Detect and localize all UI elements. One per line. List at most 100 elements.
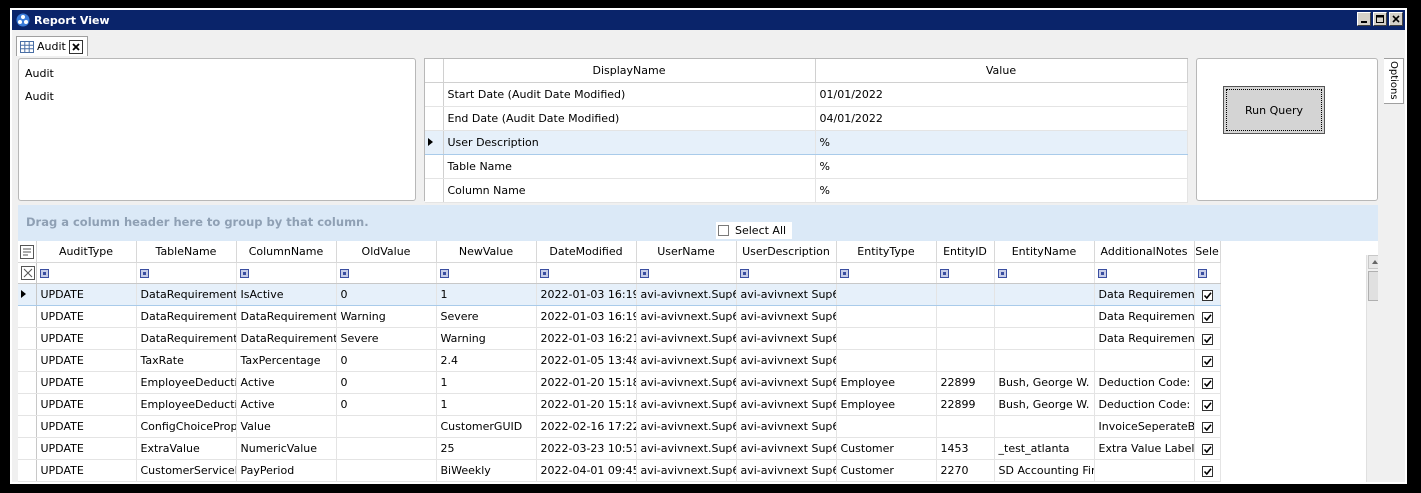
cell-oldvalue[interactable]: 0 xyxy=(336,349,437,372)
param-row[interactable]: Table Name % xyxy=(425,154,1188,179)
select-all-box[interactable] xyxy=(718,225,729,236)
cell-columnname[interactable]: Active xyxy=(236,371,337,394)
close-button[interactable] xyxy=(1389,12,1403,26)
cell-newvalue[interactable]: 1 xyxy=(436,283,537,306)
cell-username[interactable]: avi-avivnext.Sup6 xyxy=(636,283,737,306)
col-header-entitytype[interactable]: EntityType xyxy=(836,241,937,263)
cell-newvalue[interactable]: BiWeekly xyxy=(436,459,537,482)
cell-columnname[interactable]: TaxPercentage xyxy=(236,349,337,372)
row-indicator[interactable] xyxy=(18,305,37,328)
maximize-button[interactable] xyxy=(1373,12,1387,26)
col-header-username[interactable]: UserName xyxy=(636,241,737,263)
cell-username[interactable]: avi-avivnext.Sup6 xyxy=(636,393,737,416)
cell-select[interactable] xyxy=(1194,415,1221,438)
row-indicator[interactable] xyxy=(18,327,37,350)
cell-select[interactable] xyxy=(1194,327,1221,350)
cell-additionalnotes[interactable] xyxy=(1094,459,1195,482)
filter-cell[interactable] xyxy=(536,262,637,284)
cell-entityname[interactable] xyxy=(994,327,1095,350)
col-header-columnname[interactable]: ColumnName xyxy=(236,241,337,263)
col-header-tablename[interactable]: TableName xyxy=(136,241,237,263)
filter-icon[interactable] xyxy=(1097,269,1107,278)
filter-icon[interactable] xyxy=(997,269,1007,278)
filter-icon[interactable] xyxy=(539,269,549,278)
cell-entityname[interactable] xyxy=(994,305,1095,328)
cell-entityid[interactable] xyxy=(936,283,995,306)
cell-entityid[interactable] xyxy=(936,415,995,438)
cell-entityname[interactable] xyxy=(994,283,1095,306)
cell-newvalue[interactable]: 1 xyxy=(436,393,537,416)
filter-icon[interactable] xyxy=(839,269,849,278)
filter-cell[interactable] xyxy=(336,262,437,284)
cell-newvalue[interactable]: Severe xyxy=(436,305,537,328)
title-bar[interactable]: Report View xyxy=(12,10,1405,30)
minimize-button[interactable] xyxy=(1357,12,1371,26)
param-row-selected[interactable]: User Description % xyxy=(425,130,1188,155)
tab-audit[interactable]: Audit xyxy=(16,36,88,56)
cell-oldvalue[interactable] xyxy=(336,415,437,438)
table-row[interactable]: UPDATE ExtraValue NumericValue 25 2022-03-23… xyxy=(18,437,1221,460)
row-select-checkbox[interactable] xyxy=(1201,377,1213,389)
cell-entityname[interactable] xyxy=(994,349,1095,372)
filter-icon[interactable] xyxy=(1197,269,1207,278)
filter-cell[interactable] xyxy=(36,262,137,284)
cell-newvalue[interactable]: 25 xyxy=(436,437,537,460)
cell-entityid[interactable]: 1453 xyxy=(936,437,995,460)
cell-tablename[interactable]: ConfigChoiceProp xyxy=(136,415,237,438)
cell-datemodified[interactable]: 2022-01-03 16:21: xyxy=(536,327,637,350)
col-header-entityname[interactable]: EntityName xyxy=(994,241,1095,263)
cell-oldvalue[interactable]: Warning xyxy=(336,305,437,328)
cell-datemodified[interactable]: 2022-01-20 15:18: xyxy=(536,393,637,416)
cell-entitytype[interactable] xyxy=(836,283,937,306)
cell-audittype[interactable]: UPDATE xyxy=(36,305,137,328)
row-indicator[interactable] xyxy=(18,393,37,416)
cell-entityname[interactable]: _test_atlanta xyxy=(994,437,1095,460)
cell-additionalnotes[interactable]: Data Requirement xyxy=(1094,305,1195,328)
param-value[interactable]: 04/01/2022 xyxy=(815,106,1188,131)
cell-tablename[interactable]: DataRequirement xyxy=(136,305,237,328)
row-select-checkbox[interactable] xyxy=(1201,333,1213,345)
cell-columnname[interactable]: DataRequirement xyxy=(236,327,337,350)
cell-datemodified[interactable]: 2022-02-16 17:22: xyxy=(536,415,637,438)
cell-entitytype[interactable]: Customer xyxy=(836,437,937,460)
cell-entitytype[interactable] xyxy=(836,415,937,438)
filter-cell[interactable] xyxy=(1194,262,1221,284)
cell-newvalue[interactable]: 2.4 xyxy=(436,349,537,372)
tab-close-button[interactable] xyxy=(68,39,83,54)
cell-columnname[interactable]: PayPeriod xyxy=(236,459,337,482)
filter-cell[interactable] xyxy=(136,262,237,284)
cell-additionalnotes[interactable]: Extra Value Label: xyxy=(1094,437,1195,460)
cell-audittype[interactable]: UPDATE xyxy=(36,415,137,438)
cell-additionalnotes[interactable]: Data Requirement xyxy=(1094,283,1195,306)
cell-userdescription[interactable]: avi-avivnext Sup6 xyxy=(736,327,837,350)
param-value[interactable]: % xyxy=(815,130,1188,155)
row-indicator[interactable] xyxy=(18,349,37,372)
col-header-audittype[interactable]: AuditType xyxy=(36,241,137,263)
param-value[interactable]: % xyxy=(815,178,1188,203)
table-row[interactable]: UPDATE DataRequirement DataRequirement Seve… xyxy=(18,327,1221,350)
cell-username[interactable]: avi-avivnext.Sup6 xyxy=(636,415,737,438)
param-value[interactable]: 01/01/2022 xyxy=(815,82,1188,107)
filter-icon[interactable] xyxy=(339,269,349,278)
col-header-userdescription[interactable]: UserDescription xyxy=(736,241,837,263)
cell-entityname[interactable] xyxy=(994,415,1095,438)
cell-entitytype[interactable]: Employee xyxy=(836,371,937,394)
cell-select[interactable] xyxy=(1194,349,1221,372)
cell-oldvalue[interactable]: 0 xyxy=(336,371,437,394)
cell-oldvalue[interactable] xyxy=(336,459,437,482)
cell-entityname[interactable]: Bush, George W. xyxy=(994,371,1095,394)
cell-audittype[interactable]: UPDATE xyxy=(36,393,137,416)
select-all-checkbox[interactable]: Select All xyxy=(716,222,793,239)
cell-entitytype[interactable] xyxy=(836,327,937,350)
param-row[interactable]: Column Name % xyxy=(425,178,1188,203)
row-select-checkbox[interactable] xyxy=(1201,289,1213,301)
row-select-checkbox[interactable] xyxy=(1201,399,1213,411)
filter-clear-button[interactable] xyxy=(18,262,37,284)
filter-icon[interactable] xyxy=(439,269,449,278)
cell-columnname[interactable]: Active xyxy=(236,393,337,416)
row-select-checkbox[interactable] xyxy=(1201,465,1213,477)
table-row[interactable]: UPDATE CustomerServiceI PayPeriod BiWeekly 2… xyxy=(18,459,1221,482)
filter-icon[interactable] xyxy=(639,269,649,278)
cell-select[interactable] xyxy=(1194,393,1221,416)
cell-username[interactable]: avi-avivnext.Sup6 xyxy=(636,349,737,372)
